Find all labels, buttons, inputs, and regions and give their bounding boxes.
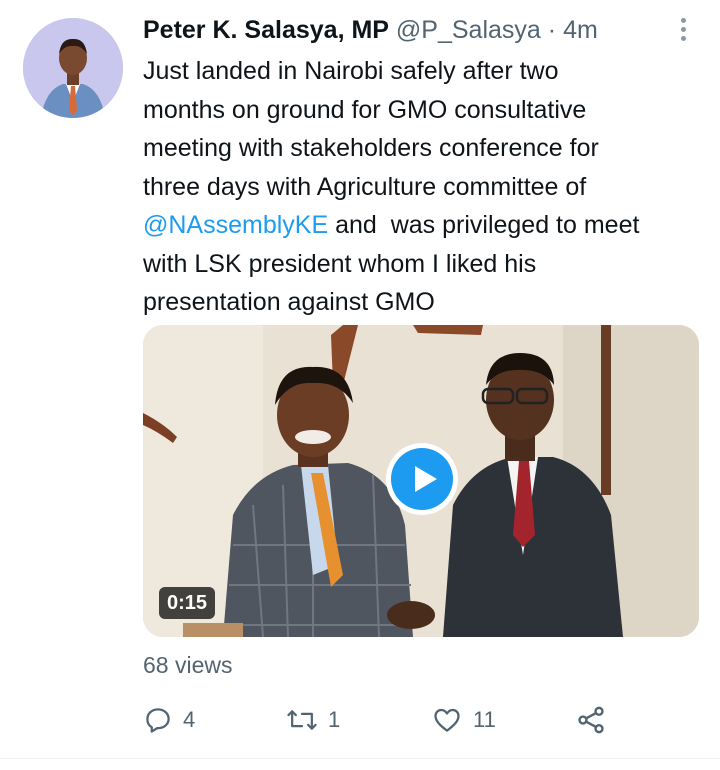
reply-count: 4 <box>183 707 196 732</box>
retweet-count: 1 <box>328 707 341 732</box>
tweet-time[interactable]: 4m <box>563 16 598 44</box>
separator-dot: · <box>547 16 557 44</box>
share-button[interactable] <box>575 700 607 740</box>
tweet-text-line: presentation against GMO <box>143 288 435 316</box>
heart-icon <box>434 708 460 732</box>
tweet-text-line: months on ground for GMO consultative <box>143 95 587 124</box>
author-name[interactable]: Peter K. Salasya, MP <box>143 16 389 44</box>
retweet-button[interactable]: 1 <box>286 700 340 740</box>
view-count[interactable]: 68 views <box>143 652 232 679</box>
action-bar: 4 1 11 <box>143 700 623 740</box>
tweet-text-line-mention: @NAssemblyKE and was privileged to meet <box>143 206 703 245</box>
reply-icon <box>146 708 170 733</box>
tweet-text-line: Just landed in Nairobi safely after two <box>143 57 559 85</box>
divider <box>0 758 720 759</box>
tweet-text-line: with LSK president whom I liked his <box>143 249 537 278</box>
play-icon <box>391 448 453 510</box>
tweet-text: Just landed in Nairobi safely after two … <box>143 52 703 322</box>
tweet-header: Peter K. Salasya, MP @P_Salasya · 4m <box>143 14 700 46</box>
video-duration-badge: 0:15 <box>159 587 216 619</box>
retweet-icon <box>287 710 317 730</box>
author-avatar[interactable] <box>23 18 123 118</box>
more-vertical-icon[interactable] <box>670 14 696 42</box>
video-player[interactable]: 0:15 <box>143 325 699 637</box>
play-button[interactable] <box>386 443 458 515</box>
tweet-text-line: meeting with stakeholders conference for <box>143 134 599 162</box>
tweet-text-line: three days with Agriculture committee of <box>143 172 587 201</box>
reply-button[interactable]: 4 <box>143 700 195 740</box>
share-icon <box>578 706 604 734</box>
mention-link[interactable]: @NAssemblyKE <box>143 211 328 239</box>
author-handle[interactable]: @P_Salasya <box>396 16 541 44</box>
like-button[interactable]: 11 <box>431 700 496 740</box>
tweet-text-fragment: and was privileged to meet <box>328 211 640 239</box>
like-count: 11 <box>473 707 496 732</box>
